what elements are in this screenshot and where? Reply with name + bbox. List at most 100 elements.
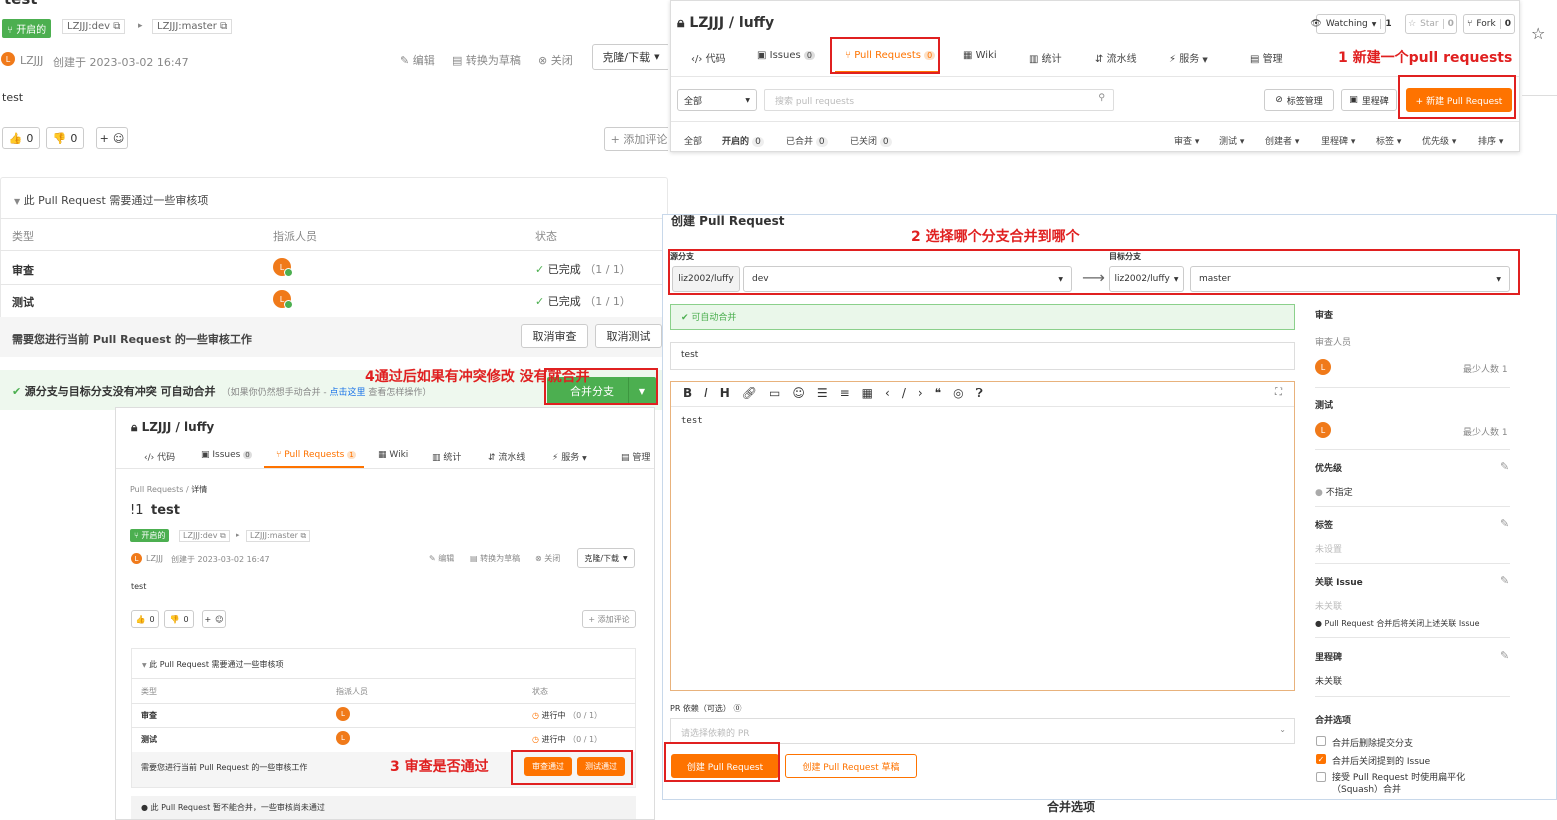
emoji-icon[interactable]: ☺ [792,386,817,400]
target-branch-tag[interactable]: LZJJJ:master ⧉ [152,19,233,34]
tab-pipeline[interactable]: ⇵ 流水线 [1095,50,1137,65]
avatar[interactable]: L [131,553,142,564]
tab-manage[interactable]: ▤ 管理 [1250,50,1283,65]
editor-toolbar: BIH🔗︎▭☺☰≡▦‹/›❝◎❓︎ [683,386,995,401]
tab-stats[interactable]: ▥ 统计 [1029,50,1062,65]
thumbs-up-button[interactable]: 👍 0 [2,127,40,149]
filter-select[interactable]: 全部 ▼ [677,89,757,111]
tab-stats[interactable]: ▥ 统计 [432,450,461,463]
add-reaction-button[interactable]: + ☺ [96,127,128,149]
subtab-closed[interactable]: 已关闭 0 [850,134,892,147]
source-branch-tag[interactable]: LZJJJ:dev ⧉ [179,530,230,542]
heading-icon[interactable]: H [720,386,742,400]
ordered-list-icon[interactable]: ≡ [840,386,862,400]
help-circle-icon[interactable]: ⓪ [733,704,741,713]
tab-manage[interactable]: ▤ 管理 [621,450,650,463]
edit-labels-icon[interactable]: ✎ [1500,517,1509,530]
filter-creator[interactable]: 创建者 ▾ [1265,134,1299,147]
cancel-test-button[interactable]: 取消测试 [595,324,662,348]
create-draft-button[interactable]: 创建 Pull Request 草稿 [785,754,917,778]
reviewer-label: 审查人员 [1315,338,1352,348]
table-icon[interactable]: ▦ [862,386,885,400]
copy-icon[interactable]: ⧉ [300,531,306,540]
delete-branch-checkbox[interactable] [1316,736,1326,746]
label-manage-button[interactable]: ⊘ 标签管理 [1264,89,1334,111]
merge-help-link[interactable]: 点击这里 [330,388,366,398]
tab-services[interactable]: ⚡︎ 服务 ▼ [552,450,587,463]
tab-code[interactable]: ‹/› 代码 [691,50,726,65]
squash-checkbox[interactable] [1316,772,1326,782]
clone-download-button[interactable]: 克隆/下载 ▼ [592,44,668,70]
avatar[interactable]: L [336,731,350,745]
cancel-review-button[interactable]: 取消审查 [521,324,588,348]
subtab-all[interactable]: 全部 [684,134,702,147]
repo-title[interactable]: 🔒︎ LZJJJ / luffy [131,420,214,435]
edit-priority-icon[interactable]: ✎ [1500,460,1509,473]
subtab-merged[interactable]: 已合并 0 [786,134,828,147]
tab-wiki[interactable]: ▦ Wiki [378,450,408,460]
tab-pull-requests[interactable]: ⑂ Pull Requests 1 [276,450,356,460]
tab-pipeline[interactable]: ⇵ 流水线 [488,450,525,463]
author-name[interactable]: LZJJJ [20,54,43,67]
editor[interactable] [670,381,1295,691]
star-button[interactable]: ☆ Star 0 [1405,14,1457,34]
tab-issues[interactable]: ▣ Issues 0 [201,450,252,460]
edit-milestone-icon[interactable]: ✎ [1500,649,1509,662]
target-branch-tag[interactable]: LZJJJ:master ⧉ [246,530,311,542]
thumbs-up-button[interactable]: 👍 0 [131,610,159,628]
fullscreen-icon[interactable]: ⛶ [1275,387,1282,398]
filter-test[interactable]: 测试 ▾ [1219,134,1244,147]
filter-review[interactable]: 审查 ▾ [1174,134,1199,147]
tab-code[interactable]: ‹/› 代码 [144,450,175,463]
tab-services[interactable]: ⚡︎ 服务 ▼ [1169,50,1208,65]
add-reaction-button[interactable]: + ☺ [202,610,226,628]
milestone-button[interactable]: ▣ 里程碑 [1341,89,1397,111]
tab-issues[interactable]: ▣ Issues 0 [757,50,815,61]
close-button[interactable]: ⊗ 关闭 [538,52,573,68]
code-icon[interactable]: ‹/› [885,386,935,400]
copy-icon[interactable]: ⧉ [220,531,226,540]
caret-down-icon: ▼ [654,53,660,61]
copy-icon[interactable]: ⧉ [220,21,227,32]
edit-button[interactable]: ✎ 编辑 [429,553,454,564]
filter-sort[interactable]: 排序 ▾ [1478,134,1503,147]
thumbs-down-button[interactable]: 👎 0 [164,610,194,628]
source-branch-tag[interactable]: LZJJJ:dev ⧉ [62,19,126,34]
avatar[interactable]: L [1315,359,1331,375]
dependency-select[interactable]: 请选择依赖的 PR ⌄ [670,718,1295,744]
filter-label[interactable]: 标签 ▾ [1376,134,1401,147]
preview-icon[interactable]: ◎ [953,386,975,400]
avatar[interactable]: L [1315,422,1331,438]
pr-title-input[interactable]: test [670,342,1295,370]
edit-button[interactable]: ✎ 编辑 [400,52,435,68]
avatar[interactable]: L [1,52,15,66]
clone-download-button[interactable]: 克隆/下载 ▼ [577,548,635,568]
add-comment-button[interactable]: + 添加评论 [604,127,668,151]
thumbs-down-button[interactable]: 👎 0 [46,127,84,149]
link-icon[interactable]: 🔗︎ [742,386,769,400]
repo-title[interactable]: 🔒︎ LZJJJ / luffy [677,15,774,31]
convert-draft-button[interactable]: ▤ 转换为草稿 [470,553,520,564]
help-icon[interactable]: ❓︎ [976,386,995,400]
avatar[interactable]: L [336,707,350,721]
filter-milestone[interactable]: 里程碑 ▾ [1321,134,1355,147]
convert-draft-button[interactable]: ▤ 转换为草稿 [452,52,521,68]
copy-icon[interactable]: ⧉ [113,21,120,32]
subtab-open[interactable]: 开启的 0 [722,134,764,147]
list-icon[interactable]: ☰ [817,386,840,400]
image-icon[interactable]: ▭ [769,386,792,400]
search-input[interactable]: 搜索 pull requests ⚲ [764,89,1114,111]
author-name[interactable]: LZJJJ [146,554,163,563]
search-icon[interactable]: ⚲ [1098,93,1105,103]
edit-issue-icon[interactable]: ✎ [1500,574,1509,587]
filter-priority[interactable]: 优先级 ▾ [1422,134,1456,147]
add-comment-button[interactable]: + 添加评论 [582,610,636,628]
close-issue-checkbox[interactable]: ✓ [1316,754,1326,764]
bold-icon[interactable]: B [683,386,704,400]
quote-icon[interactable]: ❝ [935,386,953,400]
watch-button[interactable]: 👁︎ Watching ▼ 1 [1310,14,1392,34]
italic-icon[interactable]: I [704,386,720,400]
tab-wiki[interactable]: ▦ Wiki [963,50,997,61]
close-button[interactable]: ⊗ 关闭 [535,553,560,564]
fork-button[interactable]: ⑂ Fork 0 [1463,14,1515,34]
